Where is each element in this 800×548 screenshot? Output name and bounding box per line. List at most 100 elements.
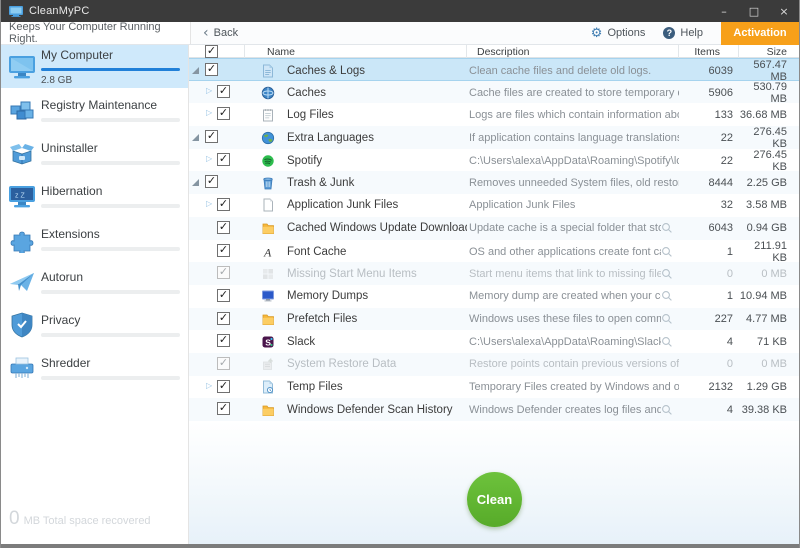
slack-icon: S xyxy=(261,335,275,349)
sidebar-item-extensions[interactable]: Extensions xyxy=(1,217,188,260)
expand-collapse-icon[interactable]: ▷ xyxy=(206,381,212,390)
magnifier-icon[interactable] xyxy=(661,336,673,348)
close-button[interactable]: × xyxy=(769,0,799,22)
sidebar-item-uninstaller[interactable]: Uninstaller xyxy=(1,131,188,174)
sidebar-item-privacy[interactable]: Privacy xyxy=(1,303,188,346)
table-row[interactable]: ✓SSlackC:\Users\alexa\AppData\Roaming\Sl… xyxy=(189,330,799,353)
select-all-checkbox[interactable]: ✓ xyxy=(205,45,218,58)
table-row[interactable]: ✓System Restore DataRestore points conta… xyxy=(189,353,799,376)
expand-collapse-icon[interactable] xyxy=(192,134,199,141)
row-description: C:\Users\alexa\AppData\Roaming\Spotify\l… xyxy=(469,155,679,167)
row-name: Slack xyxy=(287,336,315,348)
row-checkbox[interactable]: ✓ xyxy=(217,221,230,234)
expand-collapse-icon[interactable]: ▷ xyxy=(206,86,212,95)
minimize-button[interactable]: – xyxy=(709,0,739,22)
column-header-items[interactable]: Items xyxy=(679,45,739,58)
expand-collapse-icon[interactable]: ▷ xyxy=(206,154,212,163)
back-button[interactable]: ‹ Back xyxy=(191,27,238,39)
row-checkbox[interactable]: ✓ xyxy=(217,357,230,370)
paper-plane-icon xyxy=(8,268,36,296)
expand-collapse-icon[interactable] xyxy=(192,67,199,74)
magnifier-icon[interactable] xyxy=(661,313,673,325)
help-icon: ? xyxy=(663,27,675,39)
row-description: Clean cache files and delete old logs. xyxy=(469,65,679,77)
sidebar-item-registry-maintenance[interactable]: Registry Maintenance xyxy=(1,88,188,131)
recovered-label: MB Total space recovered xyxy=(24,515,151,527)
row-description: Update cache is a special folder that st… xyxy=(469,222,661,234)
maximize-button[interactable]: □ xyxy=(739,0,769,22)
sidebar-item-my-computer[interactable]: My Computer2.8 GB xyxy=(1,45,188,88)
options-button[interactable]: ⚙ Options xyxy=(591,27,646,40)
row-checkbox[interactable]: ✓ xyxy=(217,107,230,120)
table-row[interactable]: ✓Caches & LogsClean cache files and dele… xyxy=(189,58,799,81)
sidebar-item-shredder[interactable]: Shredder xyxy=(1,346,188,389)
table-row[interactable]: ✓Windows Defender Scan HistoryWindows De… xyxy=(189,398,799,421)
open-box-icon xyxy=(8,139,36,167)
row-checkbox[interactable]: ✓ xyxy=(217,198,230,211)
activation-button[interactable]: Activation xyxy=(721,22,799,45)
row-name: System Restore Data xyxy=(287,358,396,370)
row-checkbox[interactable]: ✓ xyxy=(217,402,230,415)
row-checkbox[interactable]: ✓ xyxy=(217,244,230,257)
action-area: Clean xyxy=(189,421,799,544)
row-checkbox[interactable]: ✓ xyxy=(217,334,230,347)
table-row[interactable]: ▷ ✓ Spotify C:\Users\alexa\AppData\Roaming\… xyxy=(189,149,799,172)
table-row[interactable]: ▷✓Temp FilesTemporary Files created by W… xyxy=(189,376,799,399)
expand-collapse-icon[interactable]: ▷ xyxy=(206,108,212,117)
row-checkbox[interactable]: ✓ xyxy=(217,380,230,393)
row-checkbox[interactable]: ✓ xyxy=(217,289,230,302)
table-row[interactable]: ▷✓CachesCache files are created to store… xyxy=(189,81,799,104)
row-checkbox[interactable]: ✓ xyxy=(217,312,230,325)
row-checkbox[interactable]: ✓ xyxy=(217,85,230,98)
row-description: Windows Defender creates log files and a… xyxy=(469,404,661,416)
row-name: Spotify xyxy=(287,155,322,167)
row-description: If application contains language transla… xyxy=(469,132,679,144)
document-icon xyxy=(261,198,275,212)
restore-icon xyxy=(261,357,275,371)
row-items-count: 2132 xyxy=(679,381,739,393)
tagline: Keeps Your Computer Running Right. xyxy=(1,22,191,44)
column-header-size[interactable]: Size xyxy=(739,45,799,58)
row-checkbox[interactable]: ✓ xyxy=(205,130,218,143)
recovered-value: 0 xyxy=(9,508,20,530)
row-items-count: 32 xyxy=(679,199,739,211)
expand-collapse-icon[interactable]: ▷ xyxy=(206,199,212,208)
row-size: 276.45 KB xyxy=(739,126,799,150)
folder-icon xyxy=(261,221,275,235)
magnifier-icon[interactable] xyxy=(661,246,673,258)
row-items-count: 22 xyxy=(679,155,739,167)
row-size: 530.79 MB xyxy=(739,81,799,105)
table-row[interactable]: ▷✓Application Junk FilesApplication Junk… xyxy=(189,194,799,217)
magnifier-icon[interactable] xyxy=(661,404,673,416)
magnifier-icon[interactable] xyxy=(661,290,673,302)
table-row[interactable]: ✓Trash & JunkRemoves unneeded System fil… xyxy=(189,171,799,194)
monitor-icon xyxy=(8,53,36,81)
row-checkbox[interactable]: ✓ xyxy=(217,266,230,279)
table-row[interactable]: ✓Prefetch FilesWindows uses these files … xyxy=(189,308,799,331)
row-description: Logs are files which contain information… xyxy=(469,109,679,121)
row-checkbox[interactable]: ✓ xyxy=(205,175,218,188)
sidebar-item-hibernation[interactable]: z ZHibernation xyxy=(1,174,188,217)
toolbar: ‹ Back ⚙ Options ? Help Activation xyxy=(191,22,799,44)
expand-collapse-icon[interactable] xyxy=(192,179,199,186)
clean-button[interactable]: Clean xyxy=(467,472,522,527)
table-row[interactable]: ✓Memory DumpsMemory dump are created whe… xyxy=(189,285,799,308)
help-button[interactable]: ? Help xyxy=(663,27,703,39)
row-checkbox[interactable]: ✓ xyxy=(217,153,230,166)
sidebar-item-autorun[interactable]: Autorun xyxy=(1,260,188,303)
column-header-description[interactable]: Description xyxy=(467,45,679,58)
table-row[interactable]: ✓AFont CacheOS and other applications cr… xyxy=(189,240,799,263)
options-label: Options xyxy=(607,27,645,39)
row-checkbox[interactable]: ✓ xyxy=(205,63,218,76)
row-items-count: 6043 xyxy=(679,222,739,234)
window-title: CleanMyPC xyxy=(29,5,90,17)
magnifier-icon[interactable] xyxy=(661,222,673,234)
table-row[interactable]: ✓Cached Windows Update DownloadsUpdate c… xyxy=(189,217,799,240)
table-row[interactable]: ▷✓Log FilesLogs are files which contain … xyxy=(189,103,799,126)
magnifier-icon[interactable] xyxy=(661,268,673,280)
column-header-name[interactable]: Name xyxy=(245,45,467,58)
row-name: Extra Languages xyxy=(287,132,374,144)
table-row[interactable]: ✓Missing Start Menu ItemsStart menu item… xyxy=(189,262,799,285)
table-row[interactable]: ✓ Extra Languages If application contains … xyxy=(189,126,799,149)
row-items-count: 227 xyxy=(679,313,739,325)
